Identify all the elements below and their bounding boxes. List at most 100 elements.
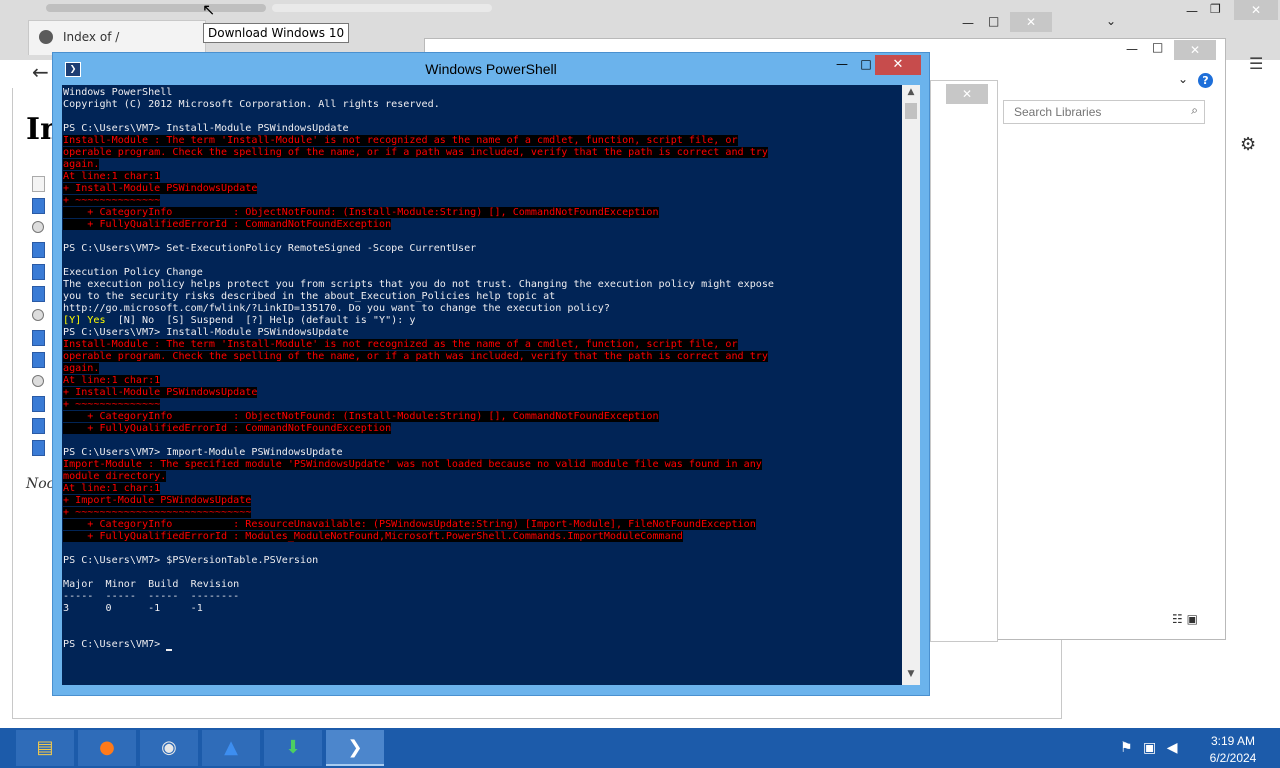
browser-tab-index[interactable]: Index of / bbox=[28, 20, 206, 55]
taskbar-chrome-button[interactable]: ◉ bbox=[140, 730, 198, 766]
scroll-up-icon[interactable]: ▲ bbox=[902, 87, 920, 97]
error-text: + ~~~~~~~~~~~~~~~~~~~~~~~~~~~~~ bbox=[63, 507, 252, 518]
background-window bbox=[930, 80, 998, 642]
console-line: + FullyQualifiedErrorId : Modules_Module… bbox=[63, 531, 902, 543]
error-text: + ~~~~~~~~~~~~~~ bbox=[63, 195, 161, 206]
taskbar-firefox-button[interactable]: ● bbox=[78, 730, 136, 766]
console-line: + Install-Module PSWindowsUpdate bbox=[63, 387, 902, 399]
console-line: + FullyQualifiedErrorId : CommandNotFoun… bbox=[63, 423, 902, 435]
error-text: + FullyQualifiedErrorId : CommandNotFoun… bbox=[63, 423, 392, 434]
browser-tab-bar[interactable] bbox=[272, 4, 492, 12]
flag-icon[interactable]: ⚑ bbox=[1120, 740, 1133, 756]
error-text: operable program. Check the spelling of … bbox=[63, 147, 768, 158]
chevron-down-icon[interactable]: ⌄ bbox=[1106, 14, 1116, 28]
back-arrow-icon[interactable]: ← bbox=[32, 60, 49, 84]
scroll-thumb[interactable] bbox=[905, 103, 917, 119]
close-button[interactable]: ✕ bbox=[875, 55, 921, 75]
error-text: + CategoryInfo : ObjectNotFound: (Instal… bbox=[63, 207, 659, 218]
close-button[interactable]: ✕ bbox=[946, 84, 988, 104]
file-icon[interactable] bbox=[32, 286, 45, 302]
error-text: Import-Module : The specified module 'PS… bbox=[63, 459, 762, 470]
folder-icon: ▤ bbox=[36, 737, 54, 758]
vertical-scrollbar[interactable]: ▲ ▼ bbox=[902, 85, 920, 685]
console-line: PS C:\Users\VM7> Import-Module PSWindows… bbox=[63, 447, 902, 459]
console-prompt: PS C:\Users\VM7> bbox=[63, 639, 167, 650]
search-libraries-field[interactable]: ⌕ bbox=[1003, 100, 1205, 124]
console-line: PS C:\Users\VM7> Install-Module PSWindow… bbox=[63, 327, 902, 339]
console-text: http://go.microsoft.com/fwlink/?LinkID=1… bbox=[63, 303, 610, 314]
file-icon[interactable] bbox=[32, 309, 44, 321]
text-cursor bbox=[166, 649, 173, 651]
error-text: At line:1 char:1 bbox=[63, 483, 161, 494]
file-icon[interactable] bbox=[32, 396, 45, 412]
console-line: Install-Module : The term 'Install-Modul… bbox=[63, 135, 902, 147]
console-text: you to the security risks described in t… bbox=[63, 291, 556, 302]
firefox-icon: ● bbox=[99, 737, 115, 758]
console-line: Import-Module : The specified module 'PS… bbox=[63, 459, 902, 471]
file-icon[interactable] bbox=[32, 242, 45, 258]
chevron-down-icon[interactable]: ⌄ bbox=[1178, 72, 1188, 86]
taskbar-powershell-button[interactable]: ❯ bbox=[326, 730, 384, 766]
search-input[interactable] bbox=[1012, 101, 1186, 123]
volume-muted-icon[interactable]: ◀ bbox=[1167, 740, 1178, 756]
error-text: + FullyQualifiedErrorId : Modules_Module… bbox=[63, 531, 683, 542]
error-text: Install-Module : The term 'Install-Modul… bbox=[63, 339, 738, 350]
maximize-button[interactable]: ❐ bbox=[1210, 2, 1221, 16]
minimize-button[interactable]: — bbox=[1186, 4, 1198, 18]
file-icon[interactable] bbox=[32, 375, 44, 387]
console-line: + Install-Module PSWindowsUpdate bbox=[63, 183, 902, 195]
file-icon[interactable] bbox=[32, 418, 45, 434]
console-line: again. bbox=[63, 363, 902, 375]
maximize-button[interactable]: □ bbox=[1152, 40, 1163, 54]
error-text: At line:1 char:1 bbox=[63, 375, 161, 386]
console-text: PS C:\Users\VM7> Install-Module PSWindow… bbox=[63, 123, 349, 134]
console-line: again. bbox=[63, 159, 902, 171]
console-line: Copyright (C) 2012 Microsoft Corporation… bbox=[63, 99, 902, 111]
minimize-button[interactable]: — bbox=[831, 57, 853, 71]
console-line: PS C:\Users\VM7> Set-ExecutionPolicy Rem… bbox=[63, 243, 902, 255]
network-icon[interactable]: ▣ bbox=[1143, 740, 1156, 756]
system-tray[interactable]: ⚑ ▣ ◀ bbox=[1120, 740, 1177, 756]
file-icon[interactable] bbox=[32, 352, 45, 368]
view-toggle-icons[interactable]: ☷ ▣ bbox=[1172, 612, 1198, 626]
console-line: PS C:\Users\VM7> Install-Module PSWindow… bbox=[63, 123, 902, 135]
search-icon[interactable]: ⌕ bbox=[1191, 103, 1198, 118]
taskbar-file-explorer-button[interactable]: ▤ bbox=[16, 730, 74, 766]
minimize-button[interactable]: — bbox=[1126, 42, 1138, 56]
menu-icon[interactable]: ☰ bbox=[1249, 54, 1263, 73]
maximize-button[interactable]: □ bbox=[988, 14, 999, 28]
console-output[interactable]: Windows PowerShell Copyright (C) 2012 Mic… bbox=[62, 85, 902, 685]
file-icon[interactable] bbox=[32, 198, 45, 214]
browser-tab-bar[interactable] bbox=[46, 4, 266, 12]
console-line: The execution policy helps protect you f… bbox=[63, 279, 902, 291]
clock-date[interactable]: 6/2/2024 bbox=[1198, 751, 1268, 765]
maximize-button[interactable]: □ bbox=[855, 57, 877, 71]
close-button[interactable]: ✕ bbox=[1174, 40, 1216, 60]
file-icon[interactable] bbox=[32, 264, 45, 280]
scroll-down-icon[interactable]: ▼ bbox=[902, 669, 920, 679]
console-text: 3 0 -1 -1 bbox=[63, 603, 203, 614]
drop-icon: ▲ bbox=[224, 737, 238, 758]
console-line: PS C:\Users\VM7> bbox=[63, 639, 902, 651]
close-button[interactable]: ✕ bbox=[1234, 0, 1278, 20]
console-text: PS C:\Users\VM7> $PSVersionTable.PSVersi… bbox=[63, 555, 319, 566]
minimize-button[interactable]: — bbox=[962, 16, 974, 30]
page-italic-text: Noc bbox=[26, 476, 55, 492]
file-icon[interactable] bbox=[32, 176, 45, 192]
file-icon[interactable] bbox=[32, 330, 45, 346]
close-button[interactable]: ✕ bbox=[1010, 12, 1052, 32]
file-icon[interactable] bbox=[32, 440, 45, 456]
console-text: Execution Policy Change bbox=[63, 267, 203, 278]
gear-icon[interactable]: ⚙ bbox=[1240, 134, 1256, 155]
help-icon[interactable]: ? bbox=[1198, 73, 1213, 88]
error-text: At line:1 char:1 bbox=[63, 171, 161, 182]
taskbar-app-drop-button[interactable]: ▲ bbox=[202, 730, 260, 766]
file-icon[interactable] bbox=[32, 221, 44, 233]
taskbar-installer-button[interactable]: ⬇ bbox=[264, 730, 322, 766]
clock-time[interactable]: 3:19 AM bbox=[1198, 734, 1268, 748]
